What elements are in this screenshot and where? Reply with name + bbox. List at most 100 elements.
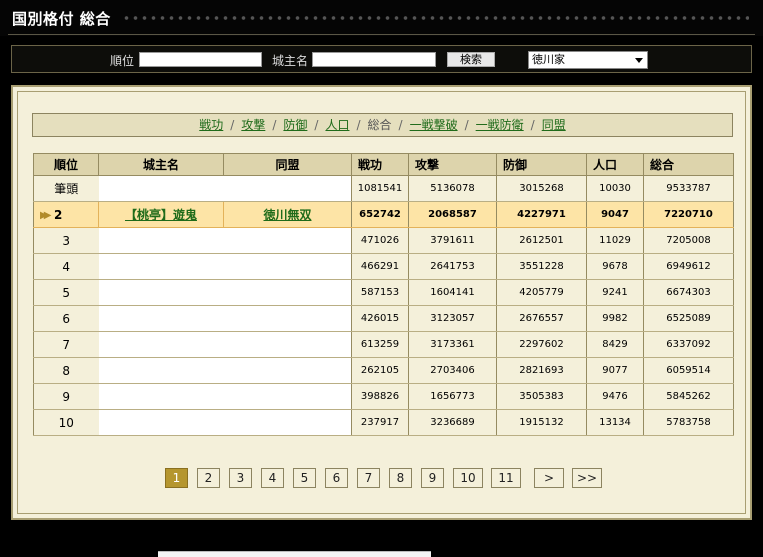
lord-cell: 【桃亭】遊鬼 (98, 201, 224, 228)
senko-cell: 471026 (351, 227, 409, 254)
kougeki-cell: 2641753 (408, 253, 497, 280)
bougyo-cell: 2676557 (496, 305, 587, 332)
table-row: 7 613259 3173361 2297602 8429 6337092 (33, 331, 734, 358)
page-button-10[interactable]: 10 (453, 468, 483, 488)
senko-cell: 613259 (351, 331, 409, 358)
kougeki-cell: 2068587 (408, 201, 497, 228)
lord-cell (98, 175, 224, 202)
lord-link[interactable]: 【桃亭】遊鬼 (125, 208, 197, 222)
sougou-cell: 6949612 (643, 253, 734, 280)
tab-separator: / (230, 118, 235, 132)
jinkou-cell: 9047 (586, 201, 644, 228)
tab-ichisen-boei[interactable]: 一戦防衛 (476, 118, 524, 132)
jinkou-cell: 10030 (586, 175, 644, 202)
page-button-1[interactable]: 1 (165, 468, 188, 488)
lord-name-label: 城主名 (272, 54, 309, 68)
col-header-bougyo: 防御 (496, 153, 587, 176)
alliance-cell (223, 383, 352, 410)
page-button-9[interactable]: 9 (421, 468, 444, 488)
rank-cell: 5 (33, 279, 99, 306)
sougou-cell: 6525089 (643, 305, 734, 332)
last-page-button[interactable]: >> (572, 468, 602, 488)
jinkou-cell: 9476 (586, 383, 644, 410)
tab-sougou: 総合 (367, 118, 392, 132)
tab-jinkou[interactable]: 人口 (325, 118, 349, 132)
lord-cell (98, 383, 224, 410)
title-divider (8, 34, 755, 35)
kougeki-cell: 3236689 (408, 409, 497, 436)
alliance-cell (223, 175, 352, 202)
search-button[interactable]: 検索 (447, 52, 495, 67)
rank-cell: 筆頭 (33, 175, 99, 202)
tab-senko[interactable]: 戦功 (199, 118, 223, 132)
page-button-6[interactable]: 6 (325, 468, 348, 488)
kougeki-cell: 2703406 (408, 357, 497, 384)
sougou-cell: 6674303 (643, 279, 734, 306)
tab-doumei[interactable]: 同盟 (542, 118, 566, 132)
page-button-5[interactable]: 5 (293, 468, 316, 488)
bougyo-cell: 1915132 (496, 409, 587, 436)
tab-separator: / (272, 118, 277, 132)
next-page-button[interactable]: > (534, 468, 564, 488)
col-header-sougou: 総合 (643, 153, 734, 176)
double-chevron-right-icon: ▶▶ (40, 210, 52, 221)
senko-cell: 262105 (351, 357, 409, 384)
table-row: 3 471026 3791611 2612501 11029 7205008 (33, 227, 734, 254)
tab-separator: / (314, 118, 319, 132)
page-button-2[interactable]: 2 (197, 468, 220, 488)
bottom-scrollbar[interactable] (158, 551, 431, 557)
tab-kougeki[interactable]: 攻撃 (241, 118, 265, 132)
title-bar: 国別格付 総合 (0, 0, 763, 36)
table-row: 10 237917 3236689 1915132 13134 5783758 (33, 409, 734, 436)
ranking-panel: 戦功 / 攻撃 / 防御 / 人口 / 総合 / 一戦撃破 / 一戦防衛 / 同盟 順位 城主名 同盟 戦功… (11, 85, 752, 520)
alliance-cell (223, 227, 352, 254)
lord-cell (98, 357, 224, 384)
lord-name-input[interactable] (312, 52, 436, 67)
senko-cell: 237917 (351, 409, 409, 436)
page-button-7[interactable]: 7 (357, 468, 380, 488)
sougou-cell: 6059514 (643, 357, 734, 384)
kougeki-cell: 3123057 (408, 305, 497, 332)
tab-separator: / (464, 118, 469, 132)
page-button-11[interactable]: 11 (491, 468, 521, 488)
page-title: 国別格付 総合 (12, 10, 111, 28)
kougeki-cell: 3173361 (408, 331, 497, 358)
table-row: 8 262105 2703406 2821693 9077 6059514 (33, 357, 734, 384)
bougyo-cell: 2821693 (496, 357, 587, 384)
tab-bougyo[interactable]: 防御 (283, 118, 307, 132)
jinkou-cell: 9678 (586, 253, 644, 280)
page-button-4[interactable]: 4 (261, 468, 284, 488)
lord-cell (98, 253, 224, 280)
senko-cell: 426015 (351, 305, 409, 332)
rank-input[interactable] (139, 52, 262, 67)
alliance-cell (223, 253, 352, 280)
country-select[interactable]: 徳川家 (528, 51, 648, 69)
tab-ichisen-gekiha[interactable]: 一戦撃破 (410, 118, 458, 132)
jinkou-cell: 9077 (586, 357, 644, 384)
alliance-cell (223, 409, 352, 436)
lord-cell (98, 331, 224, 358)
kougeki-cell: 5136078 (408, 175, 497, 202)
rank-cell: 7 (33, 331, 99, 358)
pagination: 1 2 3 4 5 6 7 8 9 10 11 > >> (0, 468, 763, 490)
title-ornament (122, 14, 749, 22)
col-header-rank: 順位 (33, 153, 99, 176)
country-select-value: 徳川家 (532, 53, 565, 66)
alliance-cell (223, 357, 352, 384)
category-tabs: 戦功 / 攻撃 / 防御 / 人口 / 総合 / 一戦撃破 / 一戦防衛 / 同盟 (32, 113, 733, 137)
kougeki-cell: 1604141 (408, 279, 497, 306)
alliance-cell (223, 279, 352, 306)
bougyo-cell: 3505383 (496, 383, 587, 410)
col-header-kougeki: 攻撃 (408, 153, 497, 176)
page-button-3[interactable]: 3 (229, 468, 252, 488)
ranking-table: 順位 城主名 同盟 戦功 攻撃 防御 人口 総合 筆頭 1081541 5136… (33, 153, 734, 436)
alliance-link[interactable]: 徳川無双 (263, 208, 311, 222)
page-button-8[interactable]: 8 (389, 468, 412, 488)
bougyo-cell: 4227971 (496, 201, 587, 228)
table-row: 5 587153 1604141 4205779 9241 6674303 (33, 279, 734, 306)
rank-cell: 3 (33, 227, 99, 254)
table-row: 筆頭 1081541 5136078 3015268 10030 9533787 (33, 175, 734, 202)
table-row: 4 466291 2641753 3551228 9678 6949612 (33, 253, 734, 280)
lord-cell (98, 409, 224, 436)
table-row: 9 398826 1656773 3505383 9476 5845262 (33, 383, 734, 410)
